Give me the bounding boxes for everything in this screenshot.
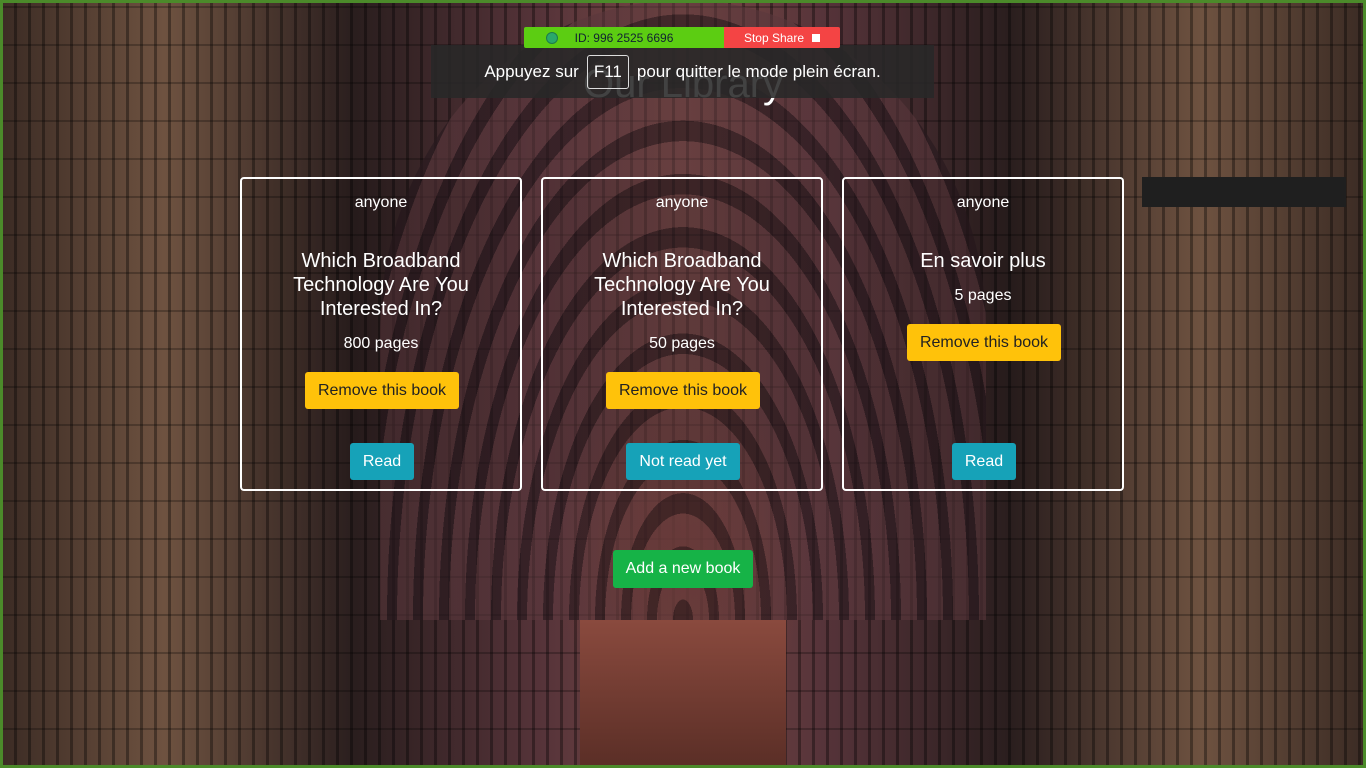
book-pages: 5 pages	[954, 287, 1012, 304]
stop-share-label: Stop Share	[743, 30, 805, 45]
f11-key: F11	[586, 54, 629, 89]
book-title: En savoir plus	[920, 250, 1046, 272]
remove-book-button[interactable]: Remove this book	[305, 372, 459, 409]
book-author: anyone	[655, 194, 709, 211]
read-status-button[interactable]: Read	[952, 443, 1016, 480]
book-title: Which Broadband Technology Are You Inter…	[594, 250, 770, 320]
share-id-badge: ID: 996 2525 6696	[524, 27, 724, 48]
screen-share-bar: ID: 996 2525 6696 Stop Share	[524, 27, 840, 48]
book-author: anyone	[354, 194, 408, 211]
remove-book-button[interactable]: Remove this book	[606, 372, 760, 409]
stop-icon	[812, 33, 821, 42]
book-title: Which Broadband Technology Are You Inter…	[293, 250, 469, 320]
book-pages: 50 pages	[649, 335, 715, 352]
fullscreen-notice-suffix: pour quitter le mode plein écran.	[636, 61, 881, 81]
share-id-label: ID: 996 2525 6696	[574, 30, 674, 45]
share-status-icon	[546, 32, 558, 44]
fullscreen-notice-prefix: Appuyez sur	[484, 61, 579, 81]
background-end-wall	[580, 620, 786, 768]
remove-book-button[interactable]: Remove this book	[907, 324, 1061, 361]
read-status-button[interactable]: Read	[350, 443, 414, 480]
fullscreen-notice: Appuyez sur F11 pour quitter le mode ple…	[431, 45, 934, 98]
read-status-button[interactable]: Not read yet	[626, 443, 740, 480]
book-pages: 800 pages	[343, 335, 419, 352]
book-card: anyone Which Broadband Technology Are Yo…	[240, 177, 522, 491]
book-card: anyone En savoir plus 5 pages Remove thi…	[842, 177, 1124, 491]
add-book-button[interactable]: Add a new book	[613, 550, 753, 588]
stop-share-button[interactable]: Stop Share	[724, 27, 840, 48]
book-card: anyone Which Broadband Technology Are Yo…	[541, 177, 823, 491]
dark-overlay-block	[1142, 177, 1346, 207]
book-author: anyone	[956, 194, 1010, 211]
